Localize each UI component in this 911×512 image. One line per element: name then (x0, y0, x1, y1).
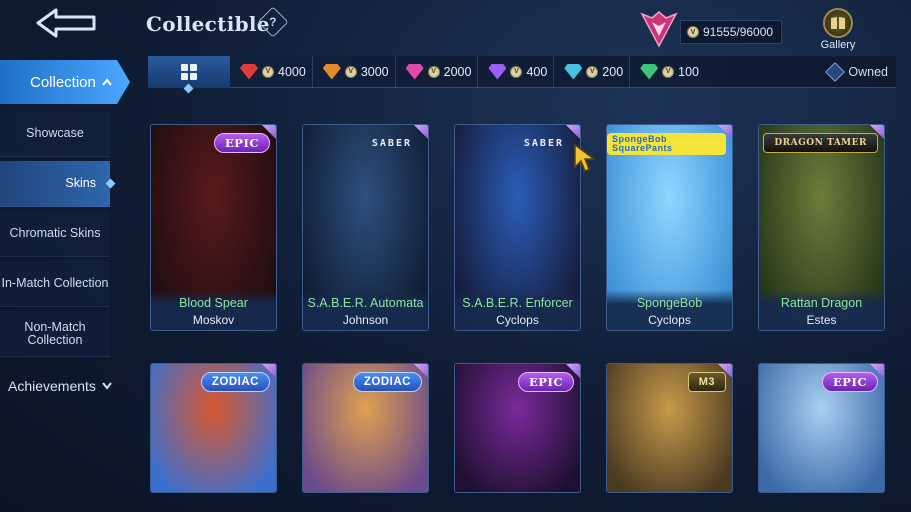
hero-name: Johnson (342, 313, 389, 327)
coin-icon: V (262, 65, 274, 78)
achievements-label: Achievements (8, 378, 96, 394)
skin-series-badge: EPIC (518, 372, 574, 392)
chevron-down-icon (102, 382, 112, 390)
skin-series-badge: SABER (523, 137, 564, 149)
coin-icon: V (510, 65, 523, 78)
skin-series-badge: ZODIAC (352, 372, 422, 392)
coin-icon: V (586, 65, 599, 78)
page-title: Collectible (146, 12, 270, 36)
sidebar-item-chromatic-skins[interactable]: Chromatic Skins (0, 211, 110, 257)
gallery-button[interactable]: Gallery (812, 8, 864, 54)
coin-icon: V (662, 65, 675, 78)
skin-series-badge: SpongeBob SquarePants (607, 133, 726, 155)
gem-icon (240, 63, 258, 80)
skin-card[interactable]: DRAGON TAMER Rattan Dragon Estes (758, 124, 885, 331)
filter-value: 2000 (443, 64, 472, 79)
sidebar-item-non-match-collection[interactable]: Non-Match Collection (0, 311, 110, 357)
filter-value: 3000 (360, 64, 389, 79)
skin-card[interactable]: SABER S.A.B.E.R. Automata Johnson (302, 124, 429, 331)
sidebar-item-achievements[interactable]: Achievements (8, 378, 112, 394)
sidebar-item-skins[interactable]: Skins (0, 161, 110, 207)
skin-card[interactable]: EPIC (454, 363, 581, 493)
skin-info-panel: Rattan Dragon Estes (759, 290, 884, 330)
hero-name: Moskov (192, 313, 235, 327)
skin-series-badge: ZODIAC (200, 372, 270, 392)
skin-card[interactable]: ZODIAC (150, 363, 277, 493)
gem-icon (322, 63, 341, 80)
skin-name: S.A.B.E.R. Enforcer (462, 296, 573, 310)
skin-card[interactable]: ZODIAC (302, 363, 429, 493)
gem-icon (564, 63, 583, 80)
gallery-label: Gallery (820, 39, 856, 51)
gem-icon (488, 63, 507, 80)
grid-icon (181, 63, 197, 80)
filter-tier-100[interactable]: V 100 (630, 56, 705, 88)
skin-series-badge: DRAGON TAMER (763, 133, 878, 153)
filter-tier-200[interactable]: V 200 (554, 55, 631, 88)
hero-name: Cyclops (648, 313, 691, 327)
skin-series-badge: M3 (687, 372, 726, 392)
skin-info-panel: S.A.B.E.R. Enforcer Cyclops (455, 290, 580, 330)
filter-tier-400[interactable]: V 400 (478, 55, 555, 88)
skin-card[interactable]: EPIC Blood Spear Moskov (150, 124, 277, 331)
coin-icon: V (344, 65, 357, 78)
skin-series-badge: SABER (371, 137, 412, 149)
filter-tier-4000[interactable]: V 4000 (230, 55, 313, 88)
coin-icon: V (427, 65, 440, 78)
gem-icon (640, 63, 659, 80)
collection-points: V 91555/96000 (680, 20, 783, 44)
skin-series-badge: EPIC (822, 372, 878, 392)
skin-info-panel: S.A.B.E.R. Automata Johnson (303, 290, 428, 330)
filter-all-tab[interactable] (148, 55, 230, 88)
skin-name: S.A.B.E.R. Automata (307, 296, 424, 310)
filter-value: 200 (602, 64, 624, 79)
book-icon (823, 8, 853, 38)
sidebar-item-in-match-collection[interactable]: In-Match Collection (0, 261, 110, 307)
skin-card[interactable]: EPIC (758, 363, 885, 493)
owned-label: Owned (848, 64, 888, 79)
skin-name: Rattan Dragon (780, 296, 863, 310)
hero-name: Estes (806, 313, 837, 327)
filter-tier-2000[interactable]: V 2000 (396, 55, 479, 88)
points-value: 91555/96000 (703, 25, 774, 39)
skin-info-panel: Blood Spear Moskov (151, 290, 276, 330)
sidebar-item-collection[interactable]: Collection (0, 60, 130, 104)
skin-card[interactable]: M3 (606, 363, 733, 493)
rarity-filter-bar: V 4000 V 3000 V 2000 V 400 V 200 V 100 O… (148, 55, 896, 88)
skin-name: Blood Spear (179, 296, 248, 310)
chevron-up-icon (102, 78, 112, 86)
skin-name: SpongeBob (636, 296, 703, 310)
gem-icon (405, 63, 424, 80)
sidebar-item-showcase[interactable]: Showcase (0, 111, 110, 157)
skin-info-panel: SpongeBob Cyclops (607, 290, 732, 330)
back-arrow-icon[interactable] (30, 6, 102, 40)
checkbox-icon (825, 61, 846, 82)
hero-name: Cyclops (496, 313, 539, 327)
owned-toggle[interactable]: Owned (825, 61, 896, 82)
sidebar: Collection Showcase Skins Chromatic Skin… (0, 56, 140, 512)
collection-label: Collection (30, 73, 96, 91)
mouse-cursor-icon (574, 143, 597, 173)
filter-value: 4000 (278, 64, 306, 79)
skin-card[interactable]: SABER S.A.B.E.R. Enforcer Cyclops (454, 124, 581, 331)
skin-card[interactable]: SpongeBob SquarePants SpongeBob Cyclops (606, 124, 733, 331)
coin-icon: V (687, 26, 699, 38)
filter-value: 400 (526, 64, 548, 79)
filter-tier-3000[interactable]: V 3000 (313, 55, 396, 88)
filter-value: 100 (678, 64, 700, 79)
collector-rank-icon[interactable] (638, 10, 680, 50)
skin-series-badge: EPIC (214, 133, 270, 153)
